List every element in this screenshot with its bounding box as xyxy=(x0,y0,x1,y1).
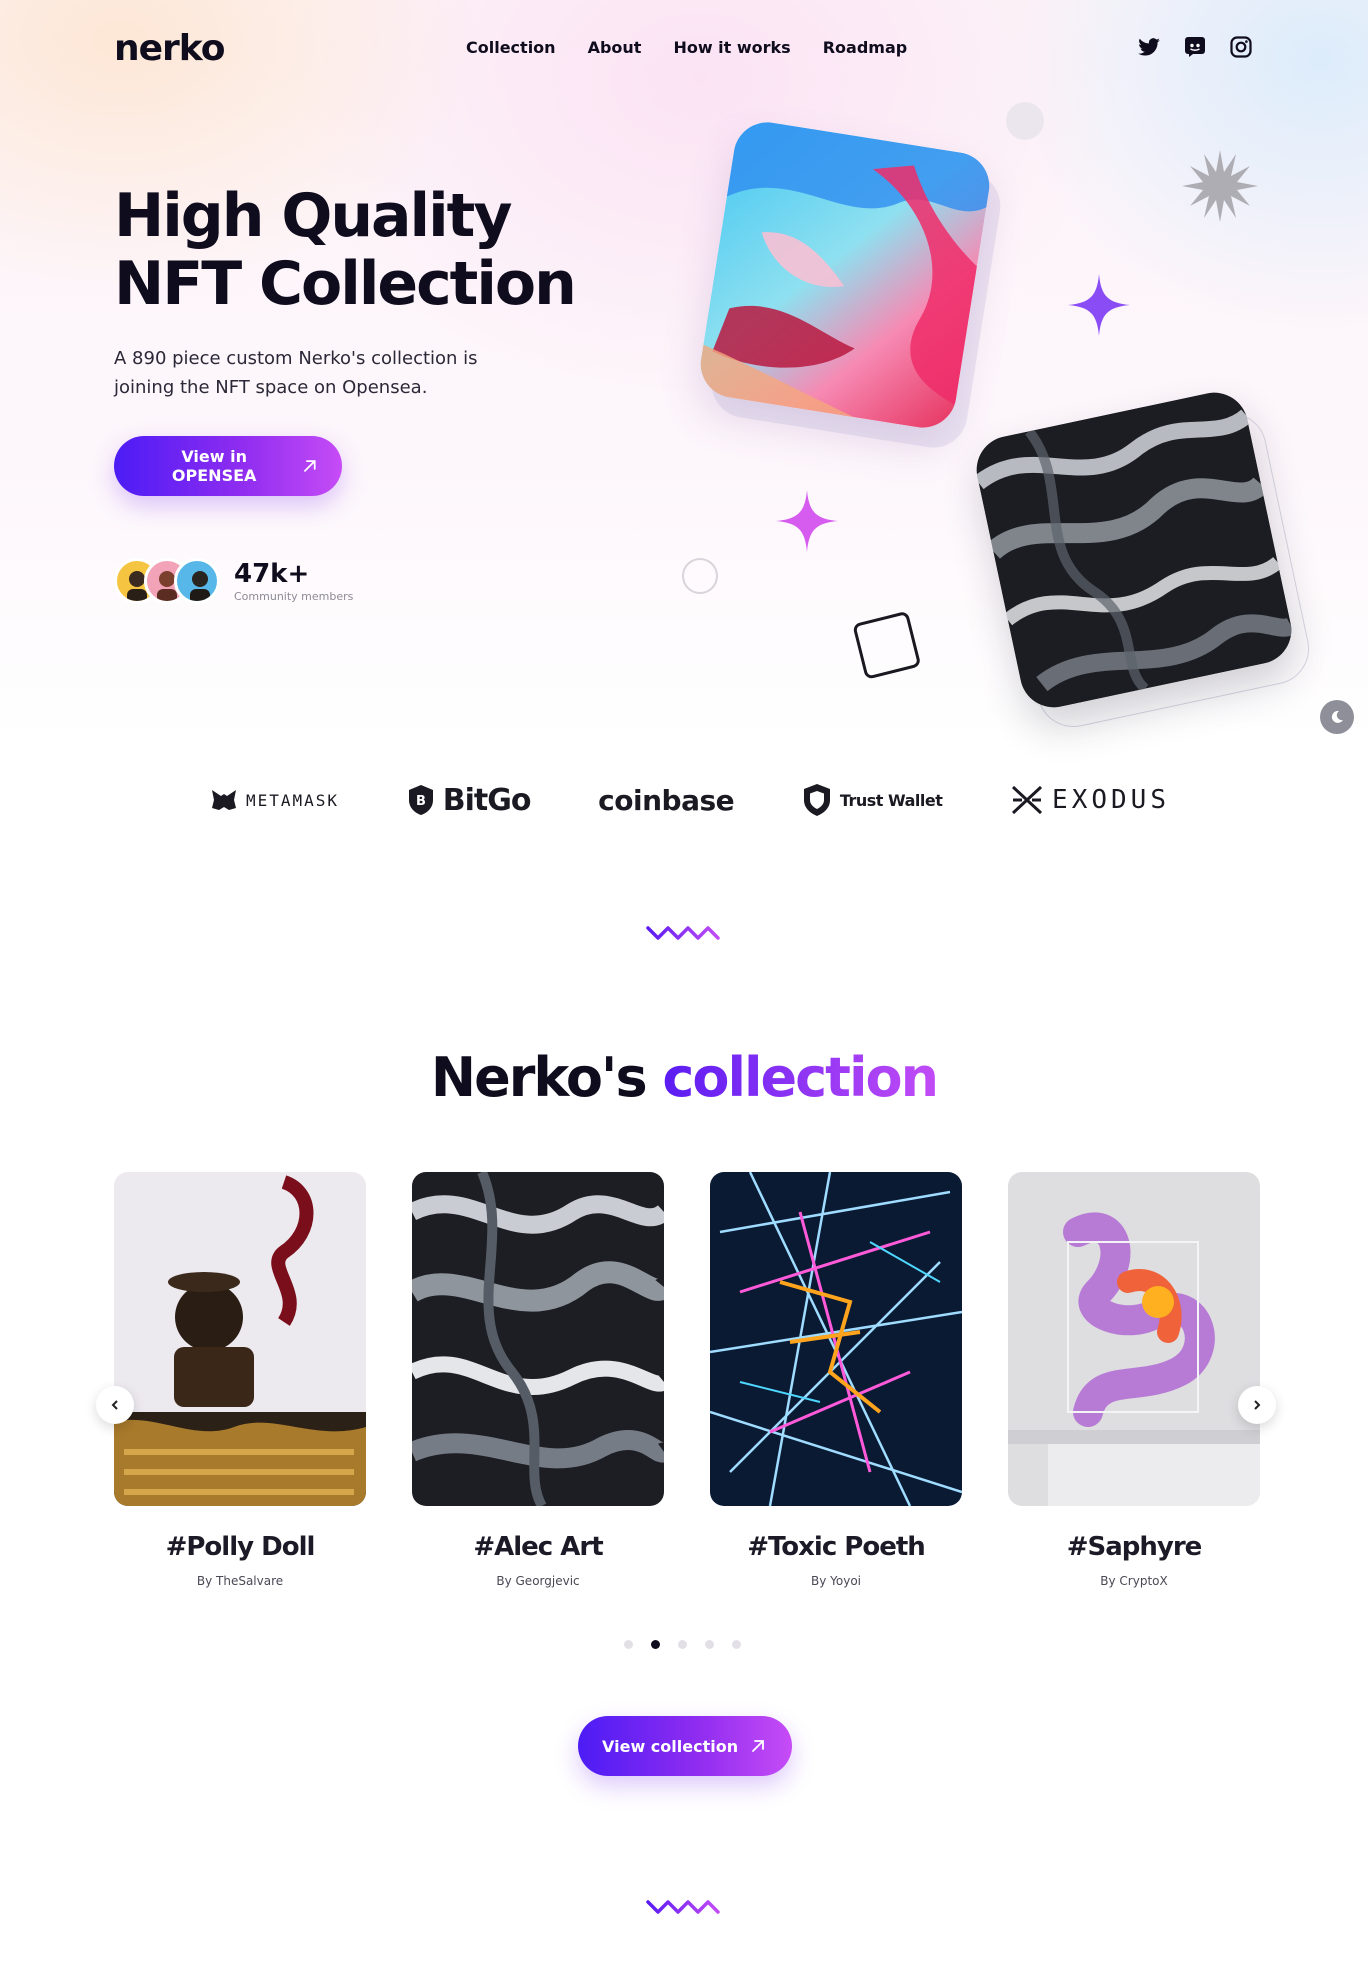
brand-logo[interactable]: nerko xyxy=(114,28,226,69)
hero-artwork-paint xyxy=(695,117,995,433)
collection-title: Nerko's collection xyxy=(0,1046,1368,1109)
nft-card[interactable]: #Polly Doll By TheSalvare xyxy=(114,1172,366,1588)
partner-metamask: METAMASK xyxy=(210,788,339,812)
nft-card-title: #Toxic Poeth xyxy=(747,1532,926,1562)
hero-artwork-marble xyxy=(970,386,1298,714)
partner-coinbase: coinbase xyxy=(598,784,734,817)
arrow-up-right-icon xyxy=(752,1740,764,1752)
nft-card-author: By Yoyoi xyxy=(810,1574,861,1588)
theme-toggle-button[interactable] xyxy=(1320,700,1354,734)
hero-title: High Quality NFT Collection xyxy=(114,182,674,318)
nft-card-image xyxy=(1008,1172,1260,1506)
discord-icon[interactable] xyxy=(1182,34,1208,60)
nft-card-author: By TheSalvare xyxy=(196,1574,284,1588)
carousel-dot[interactable] xyxy=(732,1640,741,1649)
nft-card[interactable]: #Saphyre By CryptoX xyxy=(1008,1172,1260,1588)
partner-bitgo: B BitGo xyxy=(407,783,531,818)
trust-wallet-shield-icon xyxy=(803,784,830,816)
nft-card-image xyxy=(412,1172,664,1506)
nft-card-image xyxy=(114,1172,366,1506)
decor-circle-icon xyxy=(1006,102,1044,140)
carousel-dot[interactable] xyxy=(705,1640,714,1649)
collection-carousel: #Polly Doll By TheSalvare #Alec Art By G… xyxy=(114,1172,1260,1588)
bitgo-shield-icon: B xyxy=(408,785,433,815)
twitter-icon[interactable] xyxy=(1136,34,1162,60)
hero-title-line1: High Quality xyxy=(114,181,512,251)
community-stats: 47k+ Community members xyxy=(114,558,353,604)
community-label: Community members xyxy=(234,589,354,603)
carousel-pagination xyxy=(624,1640,741,1649)
partner-label: METAMASK xyxy=(246,790,340,810)
avatar xyxy=(174,558,220,604)
wave-divider-icon xyxy=(646,1900,720,1914)
nav-item-roadmap[interactable]: Roadmap xyxy=(823,38,907,57)
nft-card-image xyxy=(710,1172,962,1506)
carousel-dot[interactable] xyxy=(678,1640,687,1649)
metamask-fox-icon xyxy=(212,790,236,810)
svg-text:B: B xyxy=(416,794,426,809)
arrow-up-right-icon xyxy=(304,460,316,472)
nft-card[interactable]: #Toxic Poeth By Yoyoi xyxy=(710,1172,962,1588)
partner-exodus: EXODUS xyxy=(1010,784,1170,816)
nav-item-how-it-works[interactable]: How it works xyxy=(673,38,790,57)
collection-title-main: Nerko's xyxy=(430,1046,648,1109)
moon-icon xyxy=(1331,710,1343,723)
community-text: 47k+ Community members xyxy=(234,560,353,603)
partner-trust-wallet: Trust Wallet xyxy=(802,783,943,817)
partner-label: coinbase xyxy=(598,783,735,817)
carousel-dot[interactable] xyxy=(624,1640,633,1649)
partner-logos: METAMASK B BitGo coinbase Trust Wallet E… xyxy=(210,780,1170,820)
decor-sparkle-purple-icon xyxy=(1068,274,1130,336)
view-collection-label: View collection xyxy=(602,1736,739,1756)
view-collection-button[interactable]: View collection xyxy=(578,1716,792,1776)
nft-card-title: #Polly Doll xyxy=(165,1532,316,1562)
chevron-right-icon xyxy=(1254,1400,1261,1410)
carousel-dot-active[interactable] xyxy=(651,1640,660,1649)
hero-title-line2: NFT Collection xyxy=(114,249,577,319)
collection-title-accent: collection xyxy=(662,1046,939,1109)
view-in-opensea-label: View in OPENSEA xyxy=(171,447,257,485)
partner-label: Trust Wallet xyxy=(839,790,943,810)
wave-divider-icon xyxy=(646,926,720,940)
nft-card-title: #Alec Art xyxy=(473,1532,603,1562)
nft-card[interactable]: #Alec Art By Georgjevic xyxy=(412,1172,664,1588)
partner-label: EXODUS xyxy=(1052,785,1170,815)
decor-square-outline-icon xyxy=(853,612,920,679)
nav-item-collection[interactable]: Collection xyxy=(466,38,556,57)
hero-subtitle: A 890 piece custom Nerko's collection is… xyxy=(114,348,478,398)
community-count: 47k+ xyxy=(234,558,310,589)
carousel-prev-button[interactable] xyxy=(96,1386,134,1424)
social-links xyxy=(1136,34,1254,60)
instagram-icon[interactable] xyxy=(1228,34,1254,60)
nft-card-title: #Saphyre xyxy=(1066,1532,1203,1562)
main-nav: Collection About How it works Roadmap xyxy=(466,38,907,57)
view-in-opensea-button[interactable]: View in OPENSEA xyxy=(114,436,342,496)
decor-ring-icon xyxy=(682,558,718,594)
nav-item-about[interactable]: About xyxy=(588,38,642,57)
exodus-x-icon xyxy=(1012,785,1043,815)
decor-starburst-icon xyxy=(1182,150,1258,222)
chevron-left-icon xyxy=(111,1400,118,1410)
nft-card-author: By CryptoX xyxy=(1100,1574,1168,1588)
nft-card-author: By Georgjevic xyxy=(496,1574,580,1588)
carousel-next-button[interactable] xyxy=(1238,1386,1276,1424)
partner-label: BitGo xyxy=(442,782,532,818)
decor-sparkle-pink-icon xyxy=(776,490,838,552)
